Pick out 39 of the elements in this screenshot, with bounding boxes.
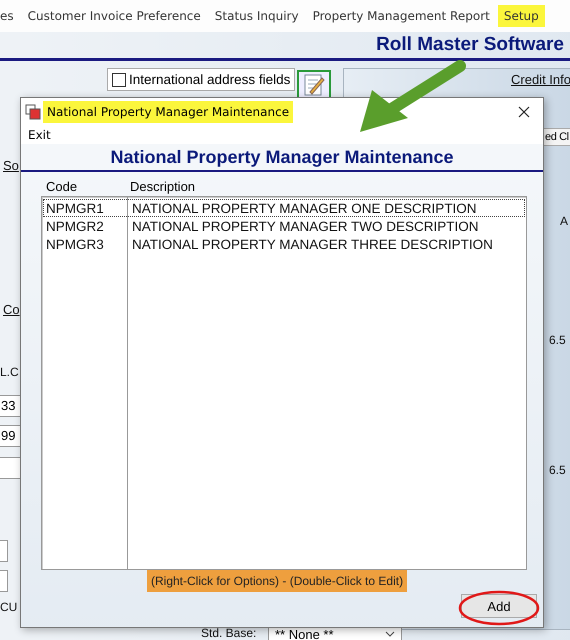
menu-item[interactable]: Setup xyxy=(498,5,545,27)
input-field[interactable]: 99 xyxy=(0,425,22,447)
menu-item[interactable]: Exit xyxy=(28,128,51,142)
column-header: Description xyxy=(130,179,196,194)
menu-item[interactable]: es xyxy=(0,5,20,27)
column-header: Code xyxy=(45,179,78,194)
input-field[interactable]: 33 xyxy=(0,395,22,417)
window-icon xyxy=(25,104,41,120)
notepad-button[interactable] xyxy=(297,70,331,100)
list-row[interactable]: NPMGR2 NATIONAL PROPERTY MANAGER TWO DESCRIPTION xyxy=(43,217,525,235)
field-label: Std. Base: xyxy=(201,626,256,640)
field-label: 6.5 xyxy=(549,463,566,477)
list-row[interactable]: NPMGR1 NATIONAL PROPERTY MANAGER ONE DESCRIPTION xyxy=(43,199,525,217)
dialog-heading: National Property Manager Maintenance xyxy=(110,146,454,168)
app-title: Roll Master Software xyxy=(376,34,564,56)
table-cell-text: NATIONAL PROPERTY MANAGER THREE DESCRIPTION xyxy=(131,236,493,252)
field-text: CU xyxy=(0,600,18,614)
hint-text: (Right-Click for Options) - (Double-Click to Edit) xyxy=(147,570,408,592)
table-cell-text: NPMGR1 xyxy=(45,200,105,216)
field-text: L.C xyxy=(0,365,19,379)
field-label: A xyxy=(560,214,568,228)
list-row[interactable]: NPMGR3 NATIONAL PROPERTY MANAGER THREE DESCRIPTION xyxy=(43,235,525,253)
input-field[interactable] xyxy=(0,457,22,479)
field-label: 6.5 xyxy=(549,333,566,347)
menu-item[interactable]: Customer Invoice Preference xyxy=(22,5,207,27)
table-cell-text: NATIONAL PROPERTY MANAGER ONE DESCRIPTION xyxy=(131,200,477,216)
checkbox[interactable]: International address fields xyxy=(107,68,296,91)
section-link[interactable]: Co xyxy=(3,302,20,317)
section-link[interactable]: So xyxy=(3,158,19,173)
table-cell-text: NPMGR3 xyxy=(45,236,105,252)
window-title: National Property Manager Maintenance xyxy=(43,101,294,123)
menu-item[interactable]: Status Inquiry xyxy=(208,5,305,27)
close-icon xyxy=(518,106,530,118)
add-button[interactable]: Add xyxy=(461,594,537,618)
menu-item[interactable]: Property Management Report xyxy=(306,5,496,27)
table-cell-text: NATIONAL PROPERTY MANAGER TWO DESCRIPTION xyxy=(131,218,479,234)
table-cell-text: NPMGR2 xyxy=(45,218,105,234)
panel-tab[interactable]: ed Cl xyxy=(543,128,570,146)
chevron-icon xyxy=(385,631,395,637)
